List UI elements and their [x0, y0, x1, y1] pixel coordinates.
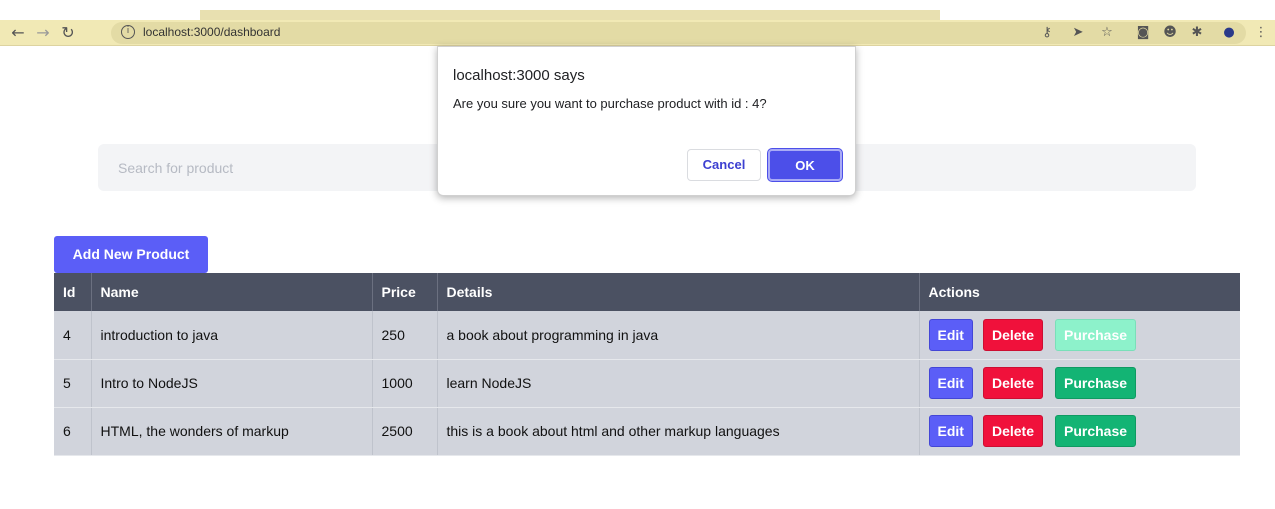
cell-details: a book about programming in java [437, 311, 920, 360]
cell-details: learn NodeJS [437, 359, 920, 408]
cell-details: this is a book about html and other mark… [437, 407, 920, 456]
tab-strip [0, 0, 1275, 20]
edit-button[interactable]: Edit [928, 318, 973, 351]
products-table: Id Name Price Details Actions 4 introduc… [54, 273, 1240, 456]
url-text: localhost:3000/dashboard [143, 25, 281, 39]
table-row: 6 HTML, the wonders of markup 2500 this … [54, 407, 1240, 456]
info-icon[interactable]: i [121, 25, 135, 39]
delete-button[interactable]: Delete [982, 318, 1043, 351]
send-icon[interactable]: ➤ [1069, 24, 1087, 42]
header-price: Price [372, 273, 438, 311]
reload-icon[interactable]: ↻ [58, 23, 78, 43]
purchase-button[interactable]: Purchase [1054, 367, 1137, 399]
camera-icon[interactable]: ◙ [1134, 24, 1152, 42]
cell-name: Intro to NodeJS [91, 359, 373, 408]
table-header-row: Id Name Price Details Actions [54, 273, 1240, 311]
cell-price: 2500 [372, 407, 438, 456]
edit-button[interactable]: Edit [928, 415, 973, 447]
purchase-button[interactable]: Purchase [1054, 415, 1137, 447]
cell-id: 5 [54, 359, 92, 408]
key-icon[interactable]: ⚷ [1038, 24, 1056, 42]
confirm-dialog: localhost:3000 says Are you sure you wan… [437, 46, 856, 196]
cell-id: 6 [54, 407, 92, 456]
cell-name: HTML, the wonders of markup [91, 407, 373, 456]
cell-price: 1000 [372, 359, 438, 408]
header-details: Details [437, 273, 920, 311]
header-id: Id [54, 273, 92, 311]
extension-face-icon[interactable]: ☻ [1161, 24, 1179, 42]
header-name: Name [91, 273, 373, 311]
puzzle-icon[interactable]: ✱ [1188, 24, 1206, 42]
table-row: 4 introduction to java 250 a book about … [54, 311, 1240, 360]
star-icon[interactable]: ☆ [1098, 24, 1116, 42]
delete-button[interactable]: Delete [982, 415, 1043, 447]
dialog-title: localhost:3000 says [453, 67, 585, 84]
edit-button[interactable]: Edit [928, 367, 973, 399]
cell-price: 250 [372, 311, 438, 360]
profile-icon[interactable]: ● [1220, 24, 1238, 42]
cell-actions: Edit Delete Purchase [919, 311, 1240, 360]
forward-icon[interactable]: → [33, 23, 53, 43]
cell-actions: Edit Delete Purchase [919, 407, 1240, 456]
delete-button[interactable]: Delete [982, 367, 1043, 399]
cell-actions: Edit Delete Purchase [919, 359, 1240, 408]
back-icon[interactable]: ← [8, 23, 28, 43]
purchase-button[interactable]: Purchase [1054, 318, 1137, 351]
cell-id: 4 [54, 311, 92, 360]
tab-strip-bar [200, 10, 940, 20]
cancel-button[interactable]: Cancel [687, 149, 761, 181]
header-actions: Actions [919, 273, 1240, 311]
menu-icon[interactable]: ⋮ [1252, 24, 1270, 42]
ok-button[interactable]: OK [768, 149, 842, 181]
dialog-message: Are you sure you want to purchase produc… [453, 96, 767, 111]
browser-toolbar: ← → ↻ i localhost:3000/dashboard ⚷ ➤ ☆ ◙… [0, 20, 1275, 46]
cell-name: introduction to java [91, 311, 373, 360]
table-row: 5 Intro to NodeJS 1000 learn NodeJS Edit… [54, 359, 1240, 408]
add-new-product-button[interactable]: Add New Product [54, 236, 208, 273]
